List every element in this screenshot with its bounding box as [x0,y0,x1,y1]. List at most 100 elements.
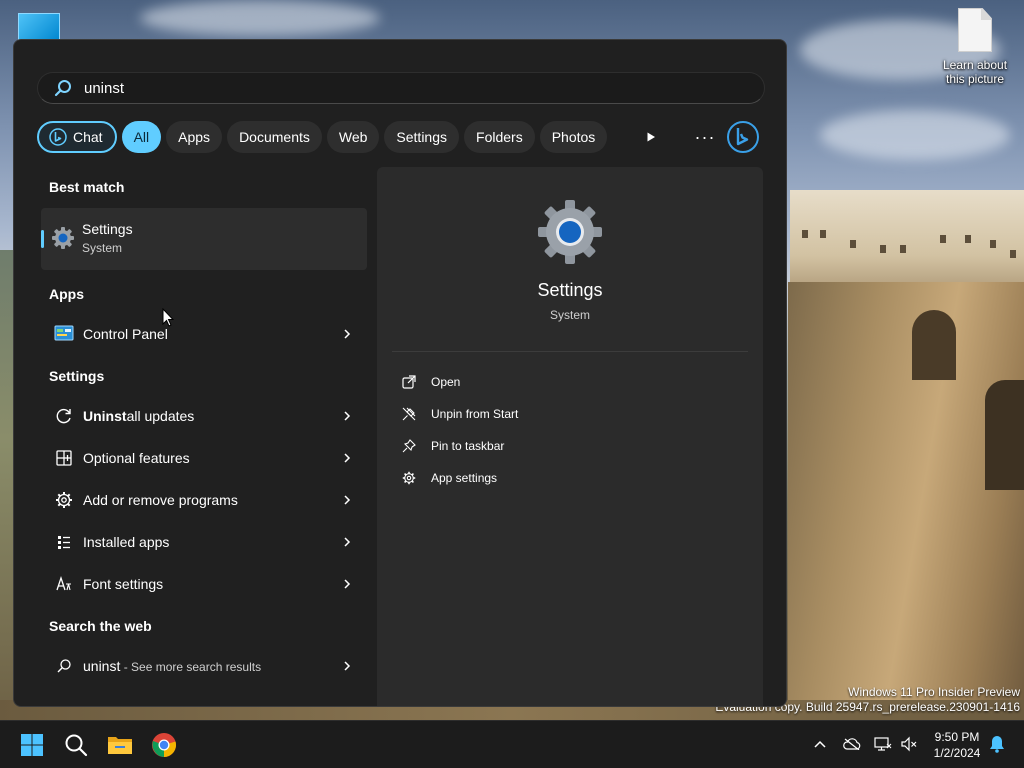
chevron-right-icon[interactable] [337,490,357,510]
apps-heading: Apps [49,286,84,302]
tab-all[interactable]: All [121,121,162,153]
desktop-icon[interactable] [18,13,60,40]
preview-subtitle: System [549,308,590,322]
chrome-button[interactable] [146,727,182,763]
chevron-right-icon[interactable] [337,656,357,676]
list-icon [53,531,75,553]
installed-apps-label: Installed apps [83,534,337,550]
tab-folders[interactable]: Folders [464,121,535,153]
taskbar: 9:50 PM 1/2/2024 [0,720,1024,768]
result-web-search[interactable]: uninst - See more search results [41,646,367,686]
wallpaper-cliff [788,282,1024,720]
unpin-icon [401,406,417,422]
taskbar-search-button[interactable] [58,727,94,763]
search-icon [65,734,88,757]
play-arrow-icon [647,132,655,142]
open-external-icon [401,374,417,390]
filter-tabs: Chat All Apps Documents Web Settings Fol… [37,120,612,154]
network-tray-button[interactable] [871,731,895,757]
action-unpin-label: Unpin from Start [431,407,519,421]
notifications-button[interactable] [985,731,1009,757]
volume-tray-button[interactable] [897,731,921,757]
wallpaper-bridge-arch [912,310,956,380]
best-match-settings[interactable]: Settings System [41,208,367,270]
document-icon [958,8,992,52]
search-input[interactable] [84,79,724,97]
more-filters-arrow-button[interactable] [638,124,664,150]
refresh-icon [53,405,75,427]
bing-icon[interactable] [726,120,760,154]
label-rest: all updates [126,408,195,424]
preview-pane: Settings System Open Unpin from Start Pi… [377,167,763,706]
action-app-settings[interactable]: App settings [401,467,497,489]
result-installed-apps[interactable]: Installed apps [41,522,367,562]
onedrive-tray-button[interactable] [840,731,864,757]
grid-plus-icon [53,447,75,469]
action-pin-label: Pin to taskbar [431,439,505,453]
clock-time: 9:50 PM [934,730,980,744]
bell-icon [990,736,1004,753]
search-box[interactable] [37,72,765,104]
chrome-icon [152,733,177,757]
result-add-remove-programs[interactable]: Add or remove programs [41,480,367,520]
chevron-right-icon[interactable] [337,532,357,552]
action-open-label: Open [431,375,461,389]
label-rest: Add or remove programs [83,492,238,508]
settings-gear-icon [538,200,602,264]
wallpaper-bridge-arch [985,380,1024,490]
optional-features-label: Optional features [83,450,337,466]
tab-web[interactable]: Web [326,121,380,153]
search-icon [54,80,71,97]
label-rest: Optional features [83,450,190,466]
action-open[interactable]: Open [401,371,460,393]
taskbar-clock[interactable]: 9:50 PM 1/2/2024 [926,729,988,761]
more-options-button[interactable]: ··· [690,124,720,150]
gear-icon [401,470,417,486]
gear-icon [53,489,75,511]
action-app-settings-label: App settings [431,471,498,485]
start-button[interactable] [14,727,50,763]
label-rest: Installed apps [83,534,170,550]
result-optional-features[interactable]: Optional features [41,438,367,478]
settings-heading: Settings [49,368,105,384]
folder-icon [108,737,132,754]
best-match-heading: Best match [49,179,125,195]
wallpaper-cloud [820,110,1010,160]
tab-settings[interactable]: Settings [384,121,460,153]
tab-photos[interactable]: Photos [539,121,608,153]
tab-chat[interactable]: Chat [37,121,117,153]
tab-documents[interactable]: Documents [227,121,322,153]
network-icon [874,737,892,751]
match-highlight: Uninst [83,408,127,424]
chevron-up-icon [814,740,826,748]
search-web-heading: Search the web [49,618,152,634]
web-query: uninst [83,658,121,674]
result-uninstall-updates[interactable]: Uninstall updates [41,396,367,436]
learn-about-label: Learn about this picture [942,58,1008,86]
learn-about-picture-icon[interactable]: Learn about this picture [936,8,1014,86]
search-icon [53,655,75,677]
file-explorer-button[interactable] [102,727,138,763]
cloud-offline-icon [843,738,861,750]
chevron-right-icon[interactable] [337,448,357,468]
control-panel-label: Control Panel [83,326,168,342]
action-pin-taskbar[interactable]: Pin to taskbar [401,435,504,457]
uninstall-updates-label: Uninstall updates [83,408,337,424]
web-search-label: uninst - See more search results [83,658,337,674]
tab-apps[interactable]: Apps [166,121,223,153]
chevron-right-icon[interactable] [337,406,357,426]
settings-gear-icon [52,227,74,249]
font-icon [53,573,75,595]
action-unpin-start[interactable]: Unpin from Start [401,403,518,425]
bing-chat-icon [49,128,67,146]
web-suffix: - See more search results [120,660,262,674]
tab-chat-label: Chat [73,129,103,145]
show-hidden-icons-button[interactable] [808,731,832,757]
chevron-right-icon[interactable] [337,574,357,594]
clock-date: 1/2/2024 [933,746,981,760]
result-font-settings[interactable]: Font settings [41,564,367,604]
result-control-panel[interactable]: Control Panel [41,314,367,354]
preview-title: Settings [537,280,603,300]
pin-icon [401,438,417,454]
chevron-right-icon[interactable] [337,324,357,344]
